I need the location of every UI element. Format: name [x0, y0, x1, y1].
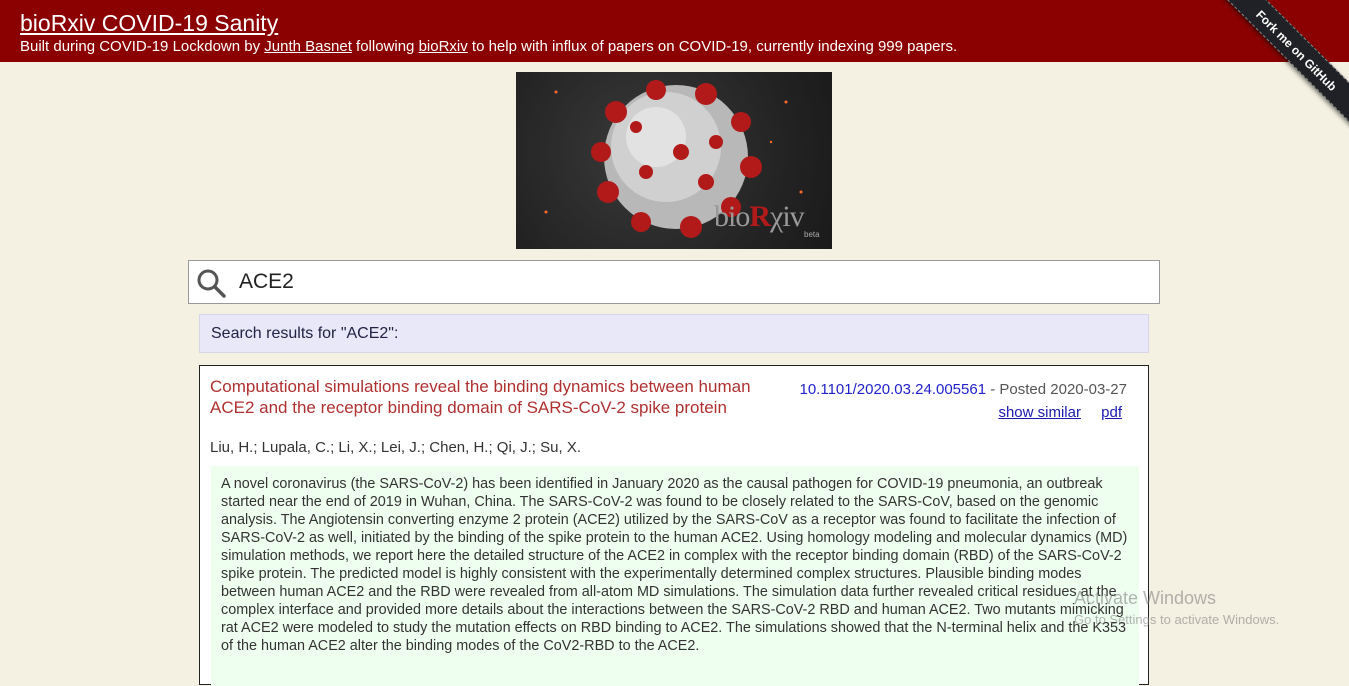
- paper-meta: 10.1101/2020.03.24.005561 - Posted 2020-…: [799, 381, 1127, 398]
- pdf-link[interactable]: pdf: [1101, 404, 1122, 421]
- watermark-title: Activate Windows: [1074, 588, 1217, 608]
- subtitle-suffix: to help with influx of papers on COVID-1…: [467, 38, 958, 55]
- paper-abstract: A novel coronavirus (the SARS-CoV-2) has…: [211, 466, 1139, 686]
- activate-windows-watermark: Activate Windows Go to Settings to activ…: [1074, 588, 1279, 627]
- paper-authors: Liu, H.; Lupala, C.; Li, X.; Lei, J.; Ch…: [210, 439, 581, 456]
- doi-link[interactable]: 10.1101/2020.03.24.005561: [799, 381, 986, 398]
- subtitle-mid: following: [351, 38, 419, 55]
- posted-date: - Posted 2020-03-27: [986, 381, 1127, 398]
- biorxiv-link[interactable]: bioRxiv: [419, 38, 468, 55]
- search-bar: [188, 260, 1160, 304]
- paper-card: Computational simulations reveal the bin…: [199, 365, 1149, 686]
- paper-title[interactable]: Computational simulations reveal the bin…: [210, 376, 770, 418]
- site-header: bioRxiv COVID-19 Sanity Built during COV…: [0, 0, 1349, 62]
- search-icon: [197, 269, 226, 298]
- site-subtitle: Built during COVID-19 Lockdown by Junth …: [20, 38, 1349, 56]
- search-input[interactable]: [237, 265, 1137, 299]
- beta-label: beta: [804, 230, 820, 239]
- biorxiv-logo: bioRχiv: [714, 200, 805, 233]
- search-results-heading: Search results for "ACE2":: [199, 314, 1149, 353]
- coronavirus-banner-image: bioRχiv beta: [516, 72, 832, 249]
- author-link[interactable]: Junth Basnet: [264, 38, 352, 55]
- site-title-link[interactable]: bioRxiv COVID-19 Sanity: [20, 10, 278, 37]
- watermark-subtitle: Go to Settings to activate Windows.: [1074, 612, 1280, 627]
- show-similar-link[interactable]: show similar: [998, 404, 1081, 421]
- fork-on-github-ribbon[interactable]: Fork me on GitHub: [1216, 0, 1349, 131]
- github-ribbon-wrap: Fork me on GitHub: [1209, 0, 1349, 140]
- subtitle-prefix: Built during COVID-19 Lockdown by: [20, 38, 265, 55]
- paper-links: show similar pdf: [982, 404, 1122, 421]
